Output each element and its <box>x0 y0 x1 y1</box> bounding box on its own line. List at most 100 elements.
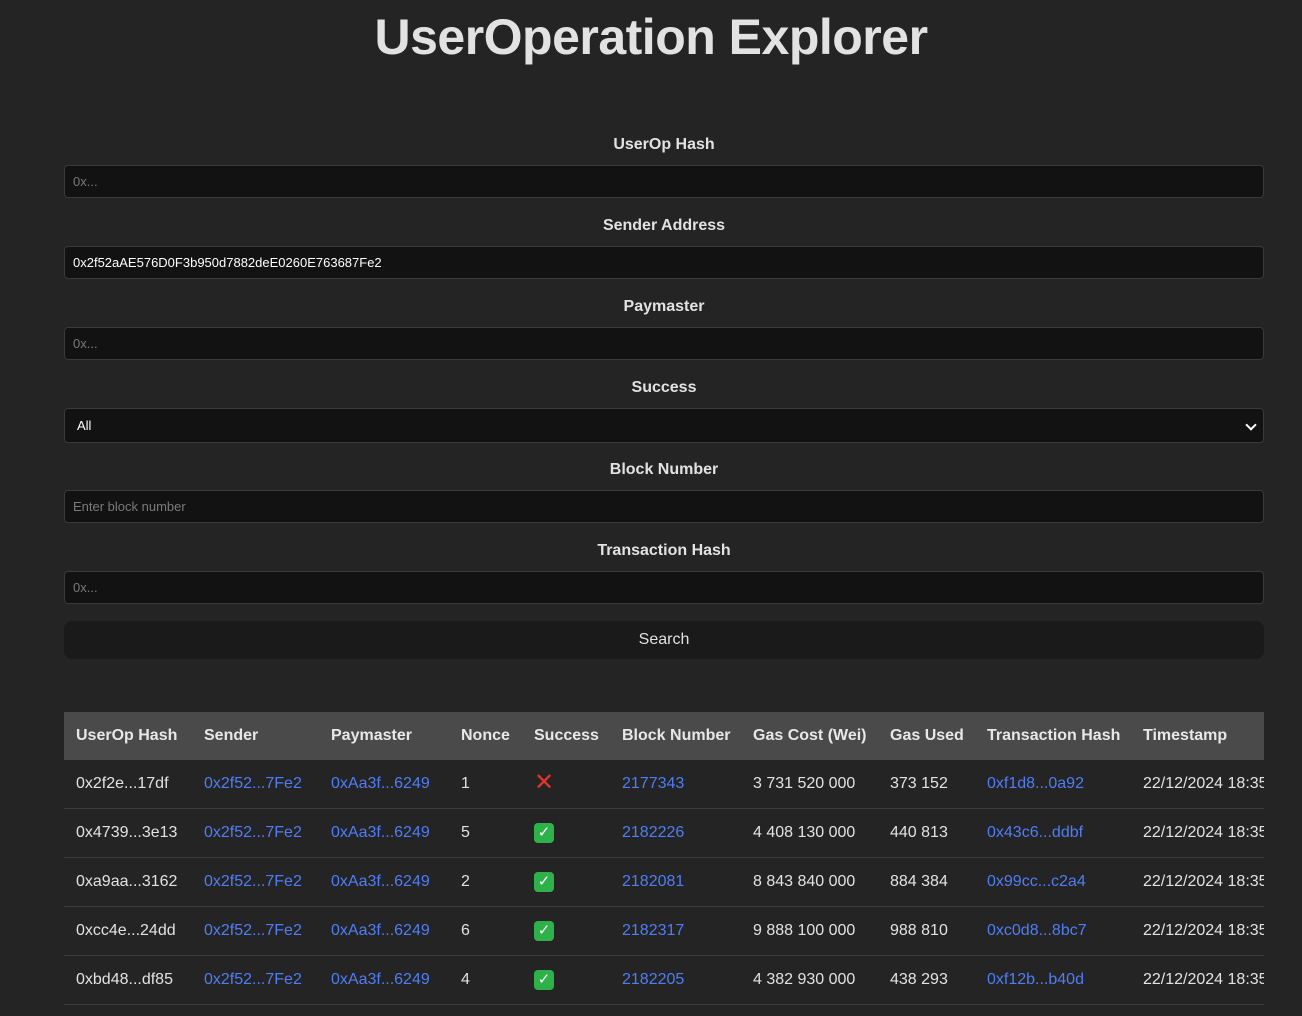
cell-transaction-hash: 0x43c6...ddbf <box>975 808 1131 858</box>
block-number-label: Block Number <box>609 461 719 478</box>
userop-hash-field: UserOp Hash <box>64 132 1264 198</box>
cell-timestamp: 22/12/2024 18:35 <box>1131 808 1264 858</box>
cell-userop-hash: 0xbd48...df85 <box>64 955 192 1005</box>
header-transaction-hash: Transaction Hash <box>987 727 1121 744</box>
sender-link[interactable]: 0x2f52...7Fe2 <box>204 971 302 988</box>
block-number-link[interactable]: 2182081 <box>622 873 684 890</box>
block-number-link[interactable]: 2177343 <box>622 775 684 792</box>
cell-transaction-hash: 0xf12b...b40d <box>975 955 1131 1005</box>
check-mark-icon: ✓ <box>534 823 554 843</box>
header-block-number: Block Number <box>622 727 731 744</box>
table-row: 0xcc4e...24dd 0x2f52...7Fe2 0xAa3f...624… <box>64 906 1264 956</box>
cell-block-number: 2182226 <box>610 808 741 858</box>
cell-paymaster: 0xAa3f...6249 <box>319 760 449 809</box>
cell-success: ✓ <box>522 857 610 907</box>
cell-transaction-hash: 0x99cc...c2a4 <box>975 857 1131 907</box>
transaction-hash-link[interactable]: 0xf12b...b40d <box>987 971 1084 988</box>
cell-gas-cost: 9 888 100 000 <box>741 906 878 956</box>
cell-paymaster: 0xAa3f...6249 <box>319 808 449 858</box>
paymaster-link[interactable]: 0xAa3f...6249 <box>331 873 430 890</box>
header-timestamp: Timestamp <box>1143 727 1228 744</box>
block-number-link[interactable]: 2182205 <box>622 971 684 988</box>
cell-gas-cost: 3 731 520 000 <box>741 760 878 809</box>
cell-timestamp: 22/12/2024 18:35 <box>1131 906 1264 956</box>
cell-paymaster: 0xAa3f...6249 <box>319 906 449 956</box>
chevron-down-icon <box>1245 419 1257 431</box>
cell-gas-used: 440 813 <box>878 808 975 858</box>
header-paymaster: Paymaster <box>331 727 412 744</box>
cell-timestamp: 22/12/2024 18:35 <box>1131 760 1264 809</box>
paymaster-link[interactable]: 0xAa3f...6249 <box>331 922 430 939</box>
header-gas-used: Gas Used <box>890 727 964 744</box>
userop-hash-input[interactable] <box>64 165 1264 198</box>
block-number-link[interactable]: 2182226 <box>622 824 684 841</box>
sender-address-label: Sender Address <box>602 217 726 234</box>
cell-transaction-hash: 0xf1d8...0a92 <box>975 760 1131 809</box>
cell-timestamp: 22/12/2024 18:35 <box>1131 857 1264 907</box>
header-userop-hash: UserOp Hash <box>76 727 178 744</box>
success-label: Success <box>631 379 697 396</box>
transaction-hash-label: Transaction Hash <box>597 542 731 559</box>
cell-sender: 0x2f52...7Fe2 <box>192 955 319 1005</box>
header-sender: Sender <box>204 727 259 744</box>
cell-gas-used: 373 152 <box>878 760 975 809</box>
search-button[interactable]: Search <box>64 621 1264 659</box>
paymaster-label: Paymaster <box>623 298 705 315</box>
paymaster-link[interactable]: 0xAa3f...6249 <box>331 775 430 792</box>
transaction-hash-input[interactable] <box>64 571 1264 604</box>
sender-link[interactable]: 0x2f52...7Fe2 <box>204 775 302 792</box>
table-row: 0xbd48...df85 0x2f52...7Fe2 0xAa3f...624… <box>64 955 1264 1005</box>
paymaster-field: Paymaster <box>64 294 1264 360</box>
success-field: Success All <box>64 375 1264 443</box>
cell-success: ✓ <box>522 906 610 956</box>
results-table-container[interactable]: UserOp Hash Sender Paymaster Nonce Succe… <box>64 712 1264 1005</box>
transaction-hash-link[interactable]: 0x99cc...c2a4 <box>987 873 1086 890</box>
table-row: 0x2f2e...17df 0x2f52...7Fe2 0xAa3f...624… <box>64 760 1264 809</box>
cell-success: ✕ <box>522 760 610 809</box>
cell-nonce: 4 <box>449 955 522 1005</box>
paymaster-input[interactable] <box>64 327 1264 360</box>
transaction-hash-field: Transaction Hash <box>64 538 1264 604</box>
block-number-field: Block Number <box>64 457 1264 523</box>
cross-mark-icon: ✕ <box>534 769 555 796</box>
cell-timestamp: 22/12/2024 18:35 <box>1131 955 1264 1005</box>
cell-transaction-hash: 0xc0d8...8bc7 <box>975 906 1131 956</box>
sender-address-input[interactable] <box>64 246 1264 279</box>
success-select-value: All <box>77 418 92 433</box>
block-number-input[interactable] <box>64 490 1264 523</box>
transaction-hash-link[interactable]: 0x43c6...ddbf <box>987 824 1083 841</box>
sender-link[interactable]: 0x2f52...7Fe2 <box>204 824 302 841</box>
cell-gas-cost: 8 843 840 000 <box>741 857 878 907</box>
cell-gas-used: 438 293 <box>878 955 975 1005</box>
table-header-row: UserOp Hash Sender Paymaster Nonce Succe… <box>64 712 1264 760</box>
cell-block-number: 2182081 <box>610 857 741 907</box>
cell-paymaster: 0xAa3f...6249 <box>319 955 449 1005</box>
cell-userop-hash: 0xcc4e...24dd <box>64 906 192 956</box>
cell-nonce: 2 <box>449 857 522 907</box>
results-table: UserOp Hash Sender Paymaster Nonce Succe… <box>64 712 1264 1005</box>
transaction-hash-link[interactable]: 0xc0d8...8bc7 <box>987 922 1087 939</box>
header-gas-cost: Gas Cost (Wei) <box>753 727 867 744</box>
sender-link[interactable]: 0x2f52...7Fe2 <box>204 922 302 939</box>
header-success: Success <box>534 727 599 744</box>
page: UserOperation Explorer UserOp Hash Sende… <box>0 0 1302 1016</box>
transaction-hash-link[interactable]: 0xf1d8...0a92 <box>987 775 1084 792</box>
userop-hash-label: UserOp Hash <box>613 136 715 153</box>
page-title: UserOperation Explorer <box>374 9 928 65</box>
block-number-link[interactable]: 2182317 <box>622 922 684 939</box>
cell-block-number: 2177343 <box>610 760 741 809</box>
cell-gas-used: 884 384 <box>878 857 975 907</box>
cell-gas-cost: 4 382 930 000 <box>741 955 878 1005</box>
header-nonce: Nonce <box>461 727 510 744</box>
paymaster-link[interactable]: 0xAa3f...6249 <box>331 824 430 841</box>
cell-userop-hash: 0x2f2e...17df <box>64 760 192 809</box>
cell-gas-cost: 4 408 130 000 <box>741 808 878 858</box>
table-row: 0x4739...3e13 0x2f52...7Fe2 0xAa3f...624… <box>64 808 1264 858</box>
cell-nonce: 5 <box>449 808 522 858</box>
sender-link[interactable]: 0x2f52...7Fe2 <box>204 873 302 890</box>
paymaster-link[interactable]: 0xAa3f...6249 <box>331 971 430 988</box>
cell-sender: 0x2f52...7Fe2 <box>192 760 319 809</box>
cell-sender: 0x2f52...7Fe2 <box>192 857 319 907</box>
success-select[interactable]: All <box>64 408 1264 443</box>
check-mark-icon: ✓ <box>534 872 554 892</box>
